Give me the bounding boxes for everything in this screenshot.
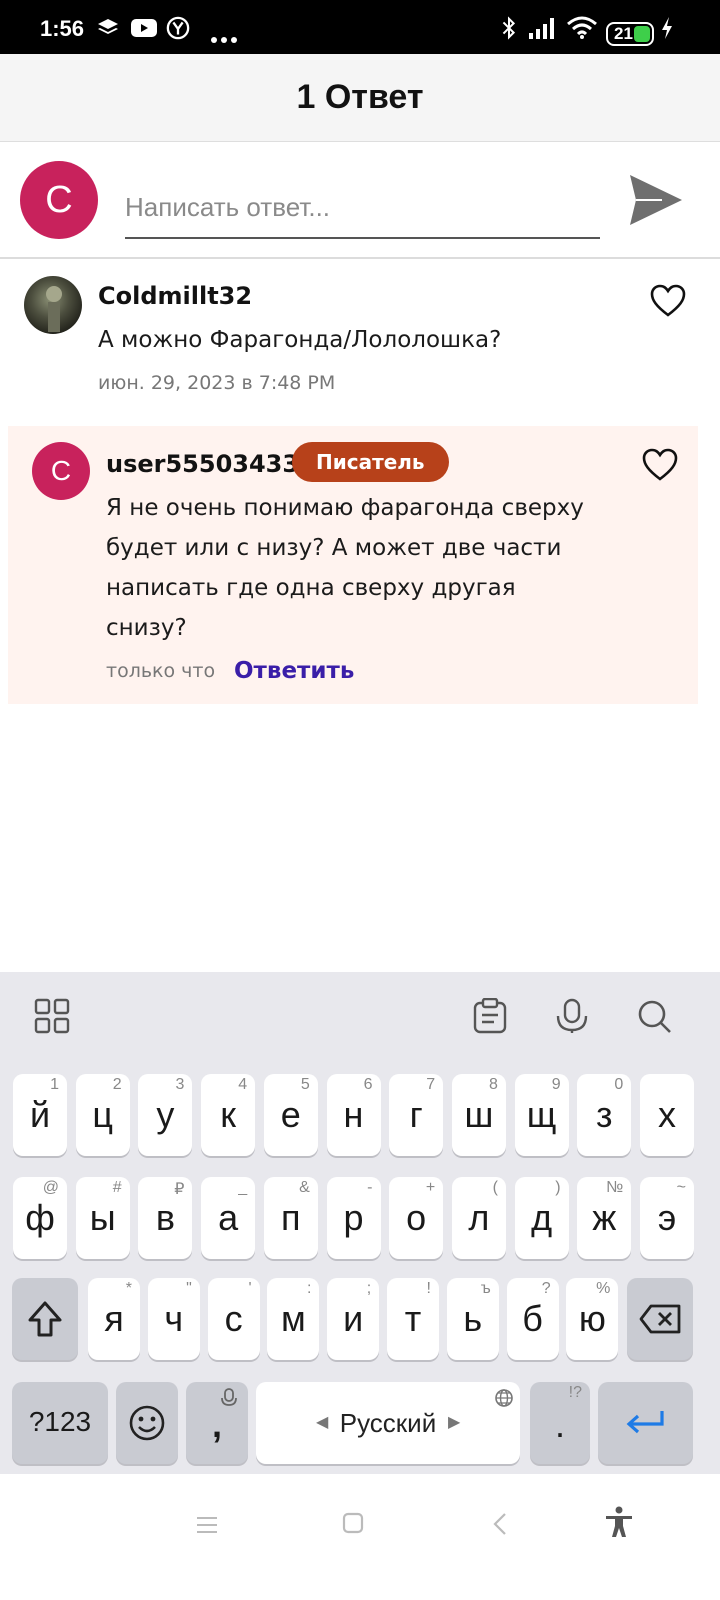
key-в[interactable]: ₽ в [138, 1177, 193, 1259]
key-р[interactable]: -р [326, 1177, 381, 1259]
enter-key[interactable] [598, 1382, 693, 1464]
key-ы[interactable]: # ы [75, 1177, 130, 1259]
key-е[interactable]: 5е [263, 1074, 318, 1156]
key-щ[interactable]: 9щ [514, 1074, 569, 1156]
status-bar: 1:56 21 [0, 0, 720, 54]
battery-level: 21 [614, 24, 633, 43]
page-title: 1 Ответ [296, 78, 424, 116]
signal-icon [529, 18, 554, 39]
key-ю[interactable]: % ю [566, 1278, 619, 1360]
key-м[interactable]: :м [267, 1278, 320, 1360]
backspace-key[interactable] [627, 1278, 693, 1360]
bluetooth-icon [502, 16, 516, 40]
microphone-icon[interactable] [554, 998, 590, 1034]
more-notifications-icon [211, 37, 237, 43]
yandex-icon [166, 16, 190, 40]
key-у[interactable]: 3у [138, 1074, 193, 1156]
key-д[interactable]: ) д [514, 1177, 569, 1259]
reply-item: C user55503433 Писатель Я не очень поним… [8, 426, 698, 704]
globe-icon [495, 1389, 513, 1407]
reply-username[interactable]: user55503433 [106, 450, 299, 478]
key-н[interactable]: 6н [326, 1074, 381, 1156]
symbols-key[interactable]: ?123 [12, 1382, 108, 1464]
key-ь[interactable]: ъь [446, 1278, 499, 1360]
like-heart-icon[interactable] [650, 284, 686, 318]
reply-text-line-3: написать где одна сверху другая [106, 575, 516, 601]
charging-icon [662, 17, 672, 39]
reply-input[interactable] [125, 177, 600, 239]
comment-date: июн. 29, 2023 в 7:48 PM [98, 372, 336, 394]
wifi-icon [567, 16, 597, 39]
key-л[interactable]: (л [451, 1177, 506, 1259]
key-с[interactable]: ' с [207, 1278, 260, 1360]
reply-date: только что [106, 660, 216, 682]
enter-icon [626, 1411, 664, 1434]
youtube-icon [131, 19, 157, 37]
emoji-icon [129, 1405, 165, 1441]
like-heart-icon[interactable] [642, 448, 678, 482]
current-user-avatar: C [20, 161, 98, 239]
battery-icon: 21 [606, 22, 654, 46]
comment-username[interactable]: Coldmillt32 [98, 282, 252, 310]
key-э[interactable]: ~ э [640, 1177, 694, 1259]
key-ж[interactable]: № ж [577, 1177, 632, 1259]
period-key[interactable]: !? . [530, 1382, 590, 1464]
reply-text-line-4: снизу? [106, 615, 187, 641]
accessibility-icon[interactable] [604, 1506, 634, 1538]
arrow-right-icon: ▶ [448, 1414, 461, 1431]
system-nav-bar [0, 1474, 720, 1600]
key-й[interactable]: 1й [13, 1074, 67, 1156]
key-ч[interactable]: " ч [147, 1278, 200, 1360]
clipboard-icon[interactable] [472, 998, 508, 1034]
key-т[interactable]: ! т [387, 1278, 439, 1360]
user-avatar-image [24, 276, 82, 334]
reply-button[interactable]: Ответить [234, 658, 354, 684]
comment-item: Coldmillt32 А можно Фарагонда/Лололошка?… [0, 262, 720, 422]
status-time: 1:56 [40, 16, 85, 41]
search-icon[interactable] [636, 998, 672, 1034]
on-screen-keyboard: 1й2ц3у4к5е6н7г8ш9щ0зх @ ф # ы ₽ в _ а & п - р + о(л) д… [0, 972, 720, 1474]
key-а[interactable]: _ а [201, 1177, 256, 1259]
shift-key[interactable] [12, 1278, 78, 1360]
key-и[interactable]: ; и [327, 1278, 380, 1360]
key-ц[interactable]: 2ц [75, 1074, 130, 1156]
key-о[interactable]: + о [389, 1177, 444, 1259]
reply-text-line-2: будет или с низу? А может две части [106, 535, 562, 561]
apps-grid-icon[interactable] [34, 998, 70, 1034]
backspace-icon [639, 1304, 681, 1334]
key-я[interactable]: * я [88, 1278, 140, 1360]
writer-badge: Писатель [292, 442, 449, 482]
key-б[interactable]: ? б [506, 1278, 559, 1360]
shift-icon [28, 1301, 62, 1337]
key-з[interactable]: 0з [577, 1074, 632, 1156]
menu-icon[interactable] [196, 1514, 218, 1536]
key-х[interactable]: х [640, 1074, 694, 1156]
key-г[interactable]: 7г [389, 1074, 444, 1156]
layers-icon [98, 19, 118, 34]
reply-avatar: C [32, 442, 90, 500]
send-icon[interactable] [628, 173, 684, 227]
space-key[interactable]: ◀ Русский ▶ [256, 1382, 520, 1464]
page-header: 1 Ответ [0, 54, 720, 142]
reply-compose: C [0, 143, 720, 259]
key-п[interactable]: & п [263, 1177, 318, 1259]
key-к[interactable]: 4к [201, 1074, 256, 1156]
emoji-key[interactable] [116, 1382, 178, 1464]
comment-text: А можно Фарагонда/Лололошка? [98, 327, 502, 353]
comma-key[interactable]: , [186, 1382, 248, 1464]
reply-text-line-1: Я не очень понимаю фарагонда сверху [106, 495, 584, 521]
back-icon[interactable] [492, 1512, 508, 1536]
key-ф[interactable]: @ ф [13, 1177, 67, 1259]
key-ш[interactable]: 8ш [451, 1074, 506, 1156]
home-icon[interactable] [342, 1512, 364, 1534]
